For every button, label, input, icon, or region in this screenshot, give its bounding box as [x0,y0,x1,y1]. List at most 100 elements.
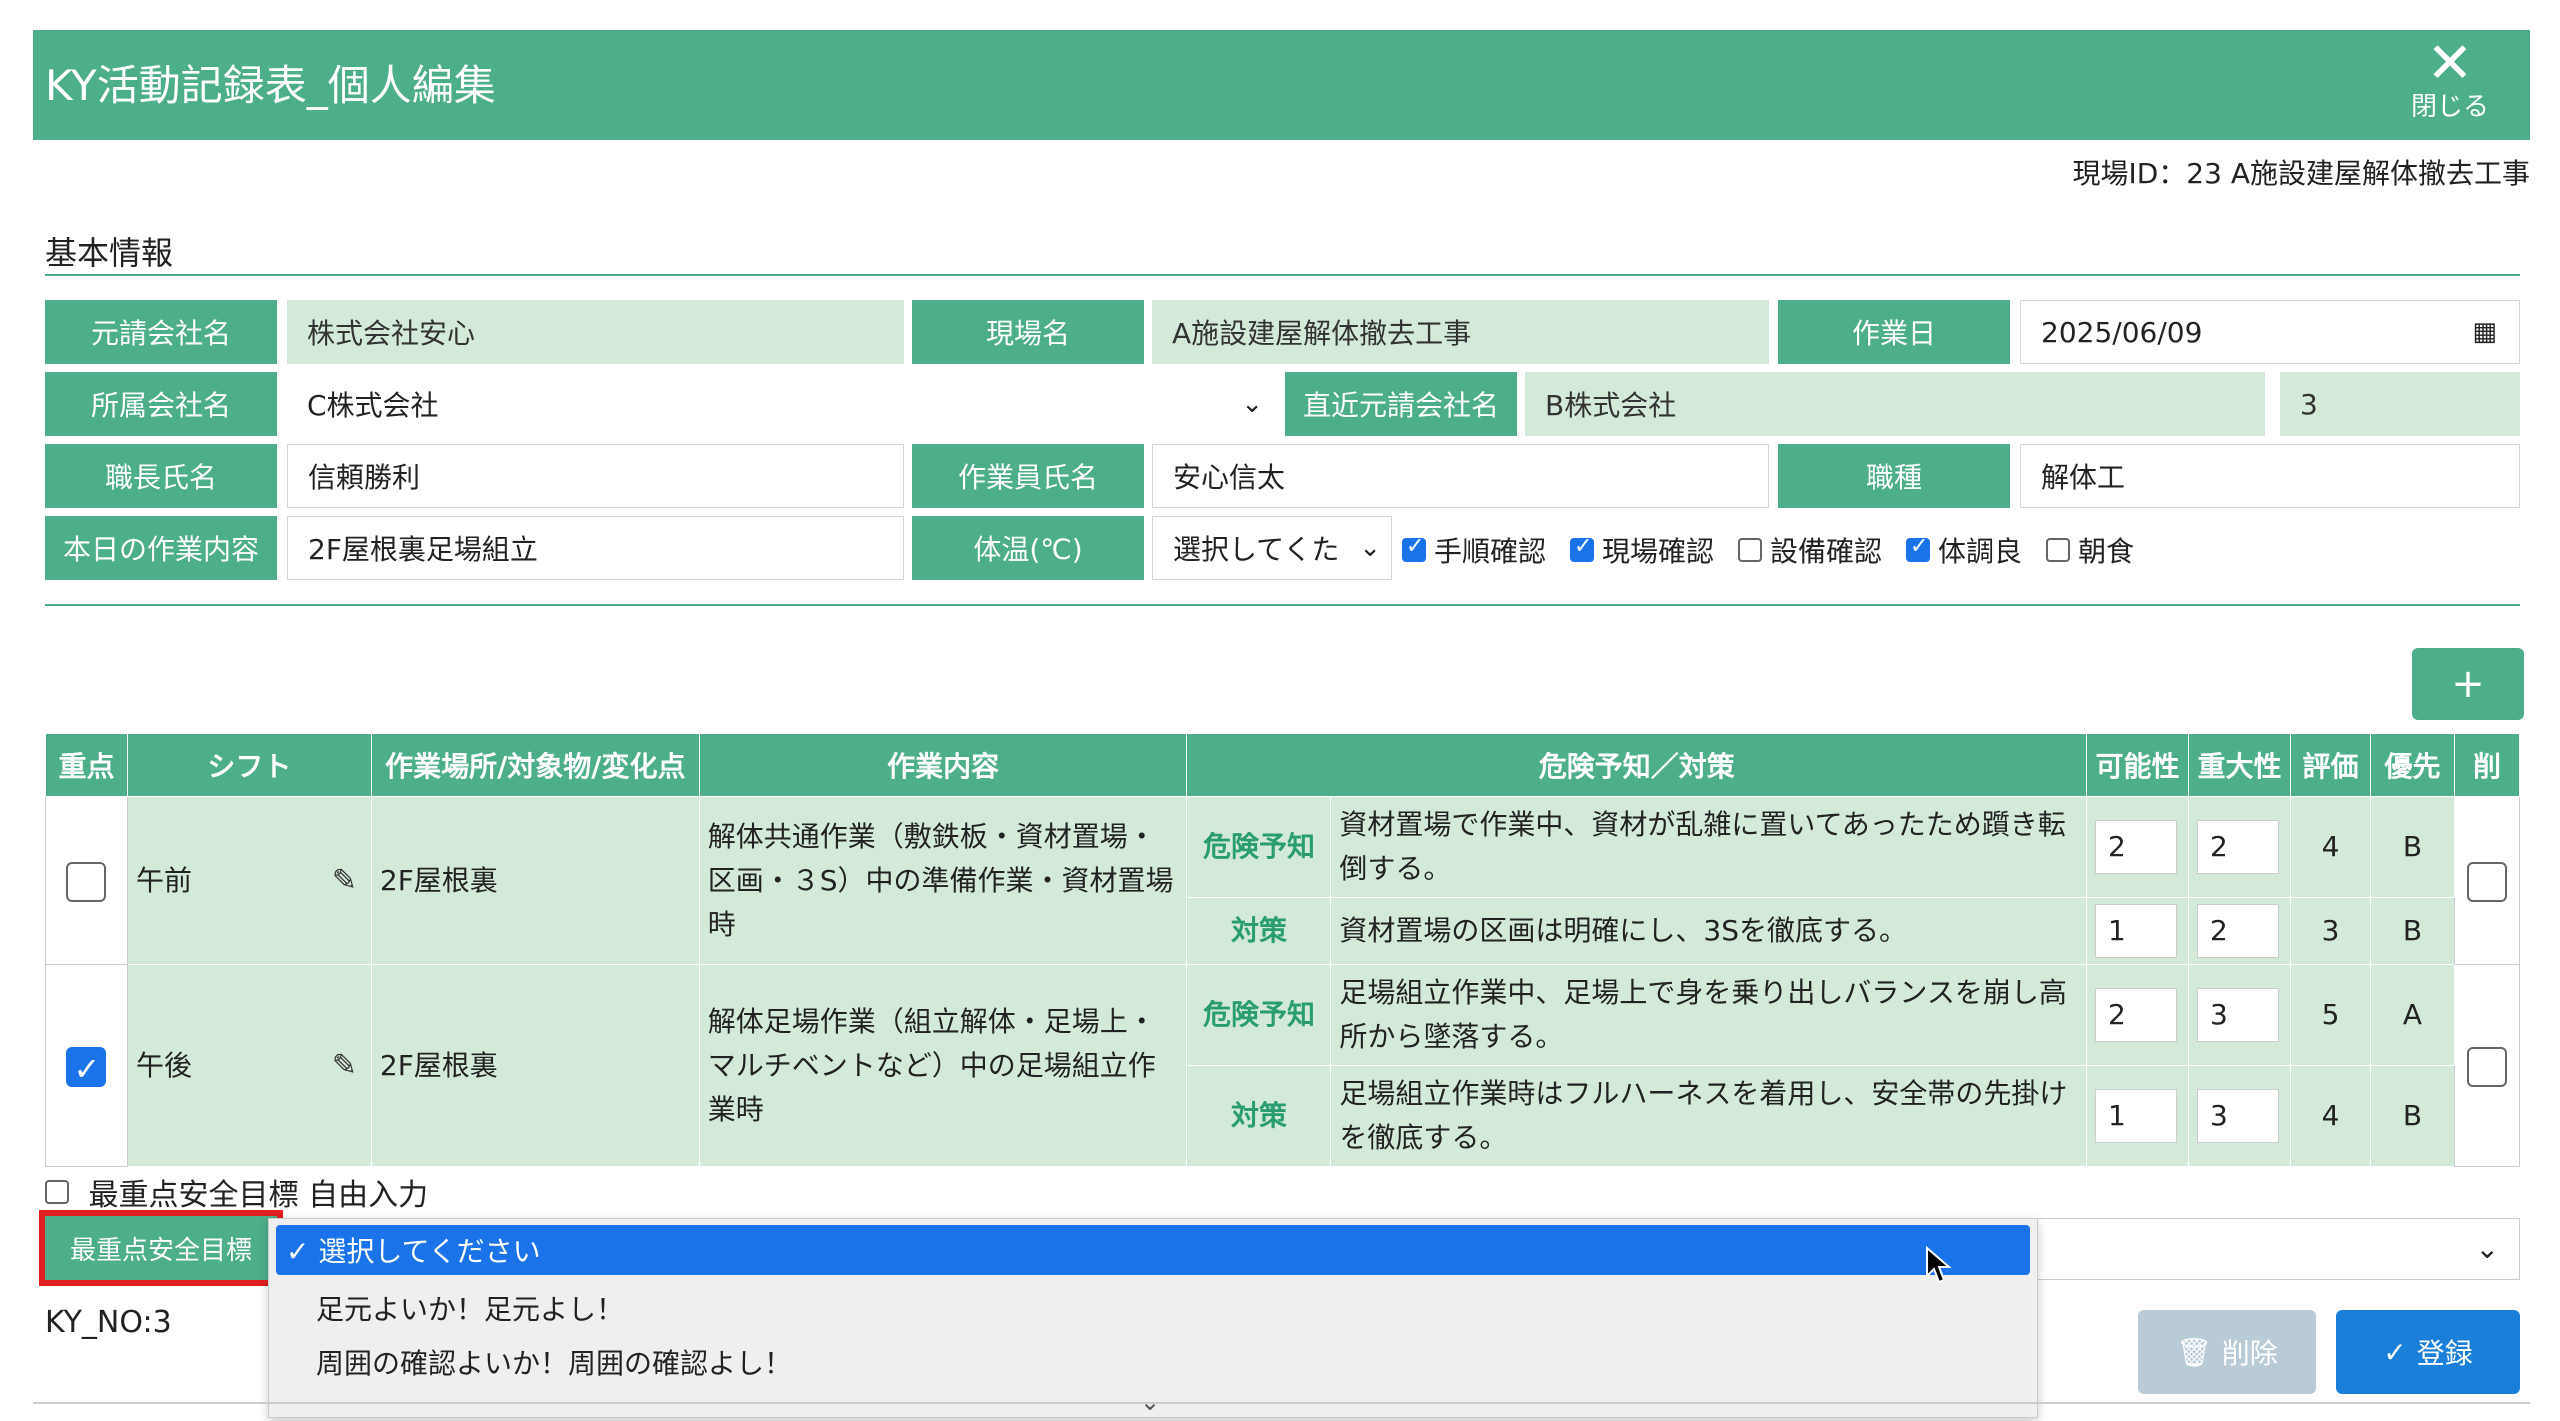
work-date-value: 2025/06/09 [2041,315,2203,349]
direct-prime-label: 直近元請会社名 [1285,372,1517,436]
danger-text: 足場組立作業中、足場上で身を乗り出しバランスを崩し高所から墜落する。 [1330,964,2088,1066]
add-row-button[interactable]: + [2412,648,2524,720]
site-name-value: A施設建屋解体撤去工事 [1152,300,1769,364]
direct-prime-number: 3 [2280,372,2520,436]
delete-cell [2453,964,2521,1167]
col-header-evaluation: 評価 [2290,733,2371,797]
shift-cell: 午後 ✎ [126,964,372,1167]
ky-number: KY_NO:3 [45,1305,172,1340]
severity-input[interactable]: 3 [2197,988,2280,1042]
divider [45,274,2520,276]
content-cell: 解体共通作業（敷鉄板・資材置場・区画・３S）中の準備作業・資材置場時 [698,796,1188,965]
col-header-content: 作業内容 [698,733,1188,797]
danger-text: 資材置場で作業中、資材が乱雑に置いてあったため躓き転倒する。 [1330,796,2088,898]
close-icon: ✕ [2426,31,2474,96]
check-0-checkbox[interactable] [1402,534,1426,562]
check-3-checkbox[interactable] [1906,534,1931,562]
dropdown-option[interactable]: 周囲の確認よいか！周囲の確認よし！ [316,1342,792,1382]
check-label: 現場確認 [1602,535,1715,568]
trade-input[interactable]: 解体工 [2020,444,2520,508]
check-2-checkbox[interactable] [1738,538,1763,562]
evaluation-value: 4 [2290,1065,2371,1167]
edit-icon[interactable]: ✎ [332,859,357,903]
free-input-label: 最重点安全目標 自由入力 [88,1178,429,1213]
safety-goal-select[interactable]: ⌄ [2030,1218,2520,1280]
work-date-input[interactable]: 2025/06/09 ▦ [2020,300,2520,364]
risk-table: 重点 シフト 作業場所/対象物/変化点 作業内容 危険予知／対策 可能性 重大性… [45,733,2521,1167]
danger-tag: 危険予知 [1186,796,1332,898]
direct-prime-value: B株式会社 [1525,372,2265,436]
possibility-input[interactable]: 2 [2095,988,2178,1042]
affiliated-company-select[interactable]: C株式会社 ⌄ [287,372,1277,436]
check-label: 手順確認 [1434,535,1547,568]
col-header-shift: シフト [126,733,372,797]
shift-value: 午前 [135,863,192,897]
delete-button[interactable]: 🗑 削除 [2138,1310,2316,1394]
chevron-down-icon: ⌄ [1359,533,1381,563]
col-header-possibility: 可能性 [2086,733,2190,797]
col-header-severity: 重大性 [2188,733,2291,797]
delete-checkbox[interactable] [2466,861,2507,902]
worker-input[interactable]: 安心信太 [1152,444,1769,508]
task-input[interactable]: 2F屋根裏足場組立 [287,516,904,580]
severity-input[interactable]: 3 [2197,1089,2280,1143]
content-cell: 解体足場作業（組立解体・足場上・マルチベントなど）中の足場組立作業時 [698,964,1188,1167]
measure-tag: 対策 [1186,1065,1332,1167]
check-4-checkbox[interactable] [2046,538,2071,562]
delete-cell [2453,796,2521,965]
measure-tag: 対策 [1186,897,1332,965]
measure-text: 資材置場の区画は明確にし、3Sを徹底する。 [1330,897,2088,965]
col-header-place: 作業場所/対象物/変化点 [370,733,700,797]
prime-company-value: 株式会社安心 [287,300,904,364]
shift-cell: 午前 ✎ [126,796,372,965]
col-header-delete: 削 [2453,733,2521,797]
page-title: KY活動記録表_個人編集 [45,61,496,110]
possibility-input[interactable]: 2 [2095,820,2178,874]
chevron-down-icon: ⌄ [1241,389,1263,419]
close-button[interactable]: ✕ 閉じる [2390,36,2510,136]
col-header-danger: 危険予知／対策 [1186,733,2088,797]
place-cell: 2F屋根裏 [370,796,700,965]
rank-value: A [2369,964,2455,1066]
edit-icon[interactable]: ✎ [332,1044,357,1088]
evaluation-value: 5 [2290,964,2371,1066]
foreman-input[interactable]: 信頼勝利 [287,444,904,508]
check-circle-icon: ✓ [2383,1335,2407,1369]
place-cell: 2F屋根裏 [370,964,700,1167]
table-row: 午後 ✎ 2F屋根裏 解体足場作業（組立解体・足場上・マルチベントなど）中の足場組… [45,964,2521,1167]
check-label: 朝食 [2078,535,2135,568]
delete-checkbox[interactable] [2466,1046,2507,1087]
rank-value: B [2369,796,2455,898]
dropdown-option[interactable]: 足元よいか！足元よし！ [316,1288,624,1328]
danger-tag: 危険予知 [1186,964,1332,1066]
work-date-label: 作業日 [1778,300,2010,364]
register-button[interactable]: ✓ 登録 [2336,1310,2520,1394]
priority-checkbox[interactable] [66,1046,107,1091]
evaluation-value: 4 [2290,796,2371,898]
prime-company-label: 元請会社名 [45,300,277,364]
shift-value: 午後 [135,1048,192,1082]
trade-label: 職種 [1778,444,2010,508]
priority-cell [45,964,128,1167]
severity-input[interactable]: 2 [2197,904,2280,958]
temperature-value: 選択してくた [1173,533,1340,566]
site-id-text: 現場ID：23 A施設建屋解体撤去工事 [2072,157,2530,190]
safety-goal-label: 最重点安全目標 [39,1210,283,1286]
severity-input[interactable]: 2 [2197,820,2280,874]
col-header-rank: 優先 [2369,733,2455,797]
possibility-input[interactable]: 1 [2095,1089,2178,1143]
dropdown-option-selected[interactable]: ✓ 選択してください [276,1225,2030,1275]
check-1-checkbox[interactable] [1570,534,1595,562]
temperature-select[interactable]: 選択してくた ⌄ [1152,516,1392,580]
calendar-icon[interactable]: ▦ [2472,317,2497,347]
check-label: 体調良 [1938,535,2023,568]
check-group: 手順確認 現場確認 設備確認 体調良 朝食 [1402,530,2158,570]
register-label: 登録 [2416,1337,2473,1370]
priority-checkbox[interactable] [66,861,107,902]
possibility-input[interactable]: 1 [2095,904,2178,958]
mouse-cursor-icon [1926,1246,1952,1284]
free-input-toggle[interactable]: 最重点安全目標 自由入力 [45,1170,428,1214]
measure-text: 足場組立作業時はフルハーネスを着用し、安全帯の先掛けを徹底する。 [1330,1065,2088,1167]
rank-value: B [2369,897,2455,965]
free-input-checkbox[interactable] [45,1180,69,1204]
